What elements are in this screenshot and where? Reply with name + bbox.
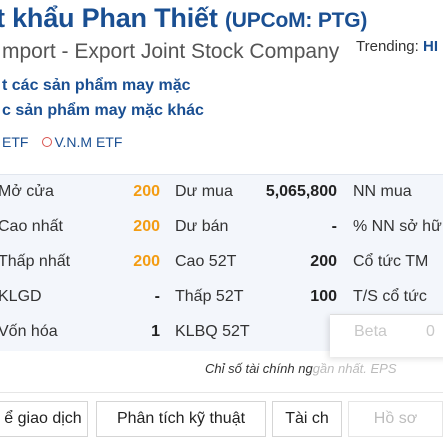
stat-label: Thấp 52T <box>175 288 244 305</box>
stat-value: - <box>154 288 160 305</box>
stat-value: 5,065,800 <box>265 183 337 200</box>
stat-label: Mở cửa <box>0 183 54 200</box>
tab-technical-analysis[interactable]: Phân tích kỹ thuật <box>96 401 266 437</box>
tab-financials[interactable]: Tài ch <box>272 401 342 437</box>
stats-row: Cao nhất 200 Dư bán - % NN sở hữ <box>0 210 443 245</box>
industry-link-primary[interactable]: t các sản phẩm may mặc <box>2 77 191 95</box>
stat-label: T/S cổ tức <box>353 288 427 305</box>
beta-label: Beta <box>354 323 387 340</box>
stat-label: Cao 52T <box>175 253 237 270</box>
stat-label: Cổ tức TM <box>353 253 429 270</box>
etf-list: ETF V.N.M ETF <box>2 134 130 150</box>
note-text: Chỉ số tài chính ng <box>205 361 313 376</box>
company-title: t khẩu Phan Thiết (UPCoM: PTG) <box>0 3 367 34</box>
stat-label: Dư mua <box>175 183 233 200</box>
trending-bar: Trending: HI <box>356 38 438 55</box>
trending-label: Trending: <box>356 38 419 55</box>
financial-note: Chỉ số tài chính nggần nhất. EPS <box>205 361 397 376</box>
stat-label: KLBQ 52T <box>175 323 250 340</box>
stat-label: Thấp nhất <box>0 253 71 270</box>
stat-value: - <box>331 218 337 235</box>
etf-item[interactable]: V.N.M ETF <box>42 134 122 150</box>
stat-label: NN mua <box>353 183 412 200</box>
stat-label: % NN sở hữ <box>353 218 442 235</box>
stat-value: 1 <box>151 323 160 340</box>
note-text-faded: gần nhất. EPS <box>312 361 397 376</box>
stats-row: Thấp nhất 200 Cao 52T 200 Cổ tức TM <box>0 245 443 280</box>
tab-profile[interactable]: Hồ sơ <box>348 401 443 437</box>
circle-icon <box>42 137 53 147</box>
stat-label: KLGD <box>0 288 42 305</box>
tab-trading-chart[interactable]: ể giao dịch <box>0 401 88 437</box>
stats-row: Mở cửa 200 Dư mua 5,065,800 NN mua <box>0 175 443 210</box>
industry-link-secondary[interactable]: c sản phẩm may mặc khác <box>2 102 204 120</box>
etf-item[interactable]: ETF <box>2 134 28 150</box>
stats-row: KLGD - Thấp 52T 100 T/S cổ tức <box>0 280 443 315</box>
stat-label: Vốn hóa <box>0 323 58 340</box>
stat-value: 100 <box>310 288 337 305</box>
company-english-name: mport - Export Joint Stock Company <box>2 40 340 63</box>
company-name: t khẩu Phan Thiết <box>0 3 218 33</box>
beta-value: 0 <box>426 323 435 340</box>
tooltip-popup: Beta 0 <box>330 314 443 357</box>
trending-ticker-link[interactable]: HI <box>423 38 438 55</box>
stat-label: Cao nhất <box>0 218 63 235</box>
stat-value: 200 <box>310 253 337 270</box>
stat-value: 200 <box>133 183 160 200</box>
stat-value: 200 <box>133 218 160 235</box>
tab-bar: ể giao dịch Phân tích kỹ thuật Tài ch Hồ… <box>0 392 443 444</box>
stat-label: Dư bán <box>175 218 229 235</box>
exchange-ticker: (UPCoM: PTG) <box>224 9 368 32</box>
stat-value: 200 <box>133 253 160 270</box>
